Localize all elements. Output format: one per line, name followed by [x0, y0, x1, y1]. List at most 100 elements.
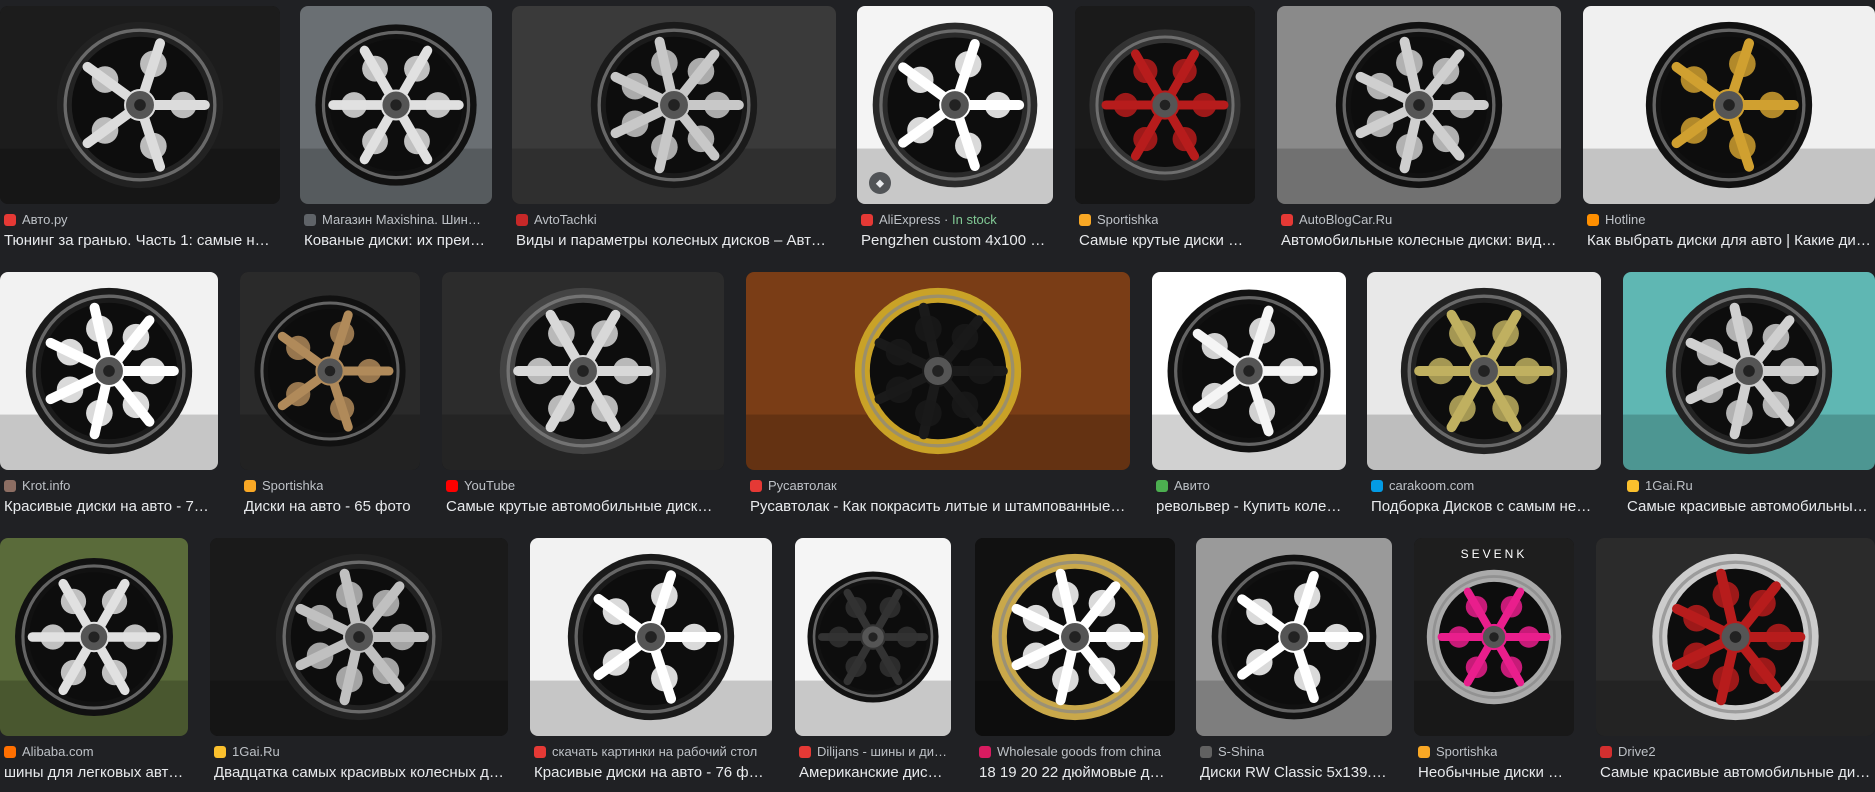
- image-result[interactable]: Sportishka Диски на авто - 65 фото: [240, 266, 420, 526]
- image-result[interactable]: Dilijans - шины и диски Американские диск…: [795, 532, 951, 792]
- result-title[interactable]: Как выбрать диски для авто | Какие диски…: [1587, 232, 1871, 249]
- result-thumbnail[interactable]: [1075, 6, 1255, 204]
- result-source[interactable]: Krot.info: [4, 478, 214, 493]
- result-thumbnail[interactable]: [1152, 272, 1346, 470]
- result-source[interactable]: S-Shina: [1200, 744, 1388, 759]
- result-source[interactable]: AutoBlogCar.Ru: [1281, 212, 1557, 227]
- result-source[interactable]: AliExpress · In stock: [861, 212, 1049, 227]
- result-title[interactable]: Необычные диски на авто: [1418, 764, 1570, 781]
- result-thumbnail[interactable]: [975, 538, 1175, 736]
- result-title[interactable]: Самые красивые автомобильные диски: [1600, 764, 1871, 781]
- result-title[interactable]: револьвер - Купить колесные диски на Ави…: [1156, 498, 1342, 515]
- result-thumbnail[interactable]: [1367, 272, 1601, 470]
- result-thumbnail[interactable]: [1277, 6, 1561, 204]
- result-thumbnail[interactable]: [1583, 6, 1875, 204]
- site-favicon-icon: [1371, 479, 1383, 492]
- image-result[interactable]: AutoBlogCar.Ru Автомобильные колесные дис…: [1277, 0, 1561, 260]
- image-result[interactable]: Hotline Как выбрать диски для авто | Каки…: [1583, 0, 1875, 260]
- image-result[interactable]: AvtoTachki Виды и параметры колесных диск…: [512, 0, 836, 260]
- result-thumbnail[interactable]: ⬥: [857, 6, 1053, 204]
- image-result[interactable]: carakoom.com Подборка Дисков с самым необ…: [1367, 266, 1601, 526]
- result-thumbnail[interactable]: [300, 6, 492, 204]
- result-thumbnail[interactable]: [0, 272, 218, 470]
- result-title[interactable]: Самые красивые автомобильные диски: [1627, 498, 1871, 515]
- result-source[interactable]: скачать картинки на рабочий стол: [534, 744, 768, 759]
- result-title[interactable]: Американские диски на авто: [799, 764, 947, 781]
- image-result[interactable]: S-Shina Диски RW Classic 5x139.7 в Москве: [1196, 532, 1392, 792]
- result-source[interactable]: Dilijans - шины и диски: [799, 744, 947, 759]
- source-name: AvtoTachki: [534, 212, 597, 227]
- wheel-image: [0, 272, 218, 470]
- result-source[interactable]: Авито: [1156, 478, 1342, 493]
- result-title[interactable]: Красивые диски на авто - 76 фото: [534, 764, 768, 781]
- result-title[interactable]: шины для легковых автомобилей с дисками …: [4, 764, 184, 781]
- result-title[interactable]: Автомобильные колесные диски: виды и хар…: [1281, 232, 1557, 249]
- image-result[interactable]: Alibaba.com шины для легковых автомобилей…: [0, 532, 188, 792]
- image-result[interactable]: 1Gai.Ru Самые красивые автомобильные диск…: [1623, 266, 1875, 526]
- source-name: Sportishka: [1097, 212, 1159, 227]
- result-source[interactable]: Sportishka: [244, 478, 416, 493]
- result-source[interactable]: Русавтолак: [750, 478, 1126, 493]
- result-source[interactable]: Wholesale goods from china: [979, 744, 1171, 759]
- image-result[interactable]: ⬥ AliExpress · In stock Pengzhen custom 4x…: [857, 0, 1053, 260]
- result-source[interactable]: YouTube: [446, 478, 720, 493]
- result-title[interactable]: Русавтолак - Как покрасить литые и штамп…: [750, 498, 1126, 515]
- image-result[interactable]: Авто.ру Тюнинг за гранью. Часть 1: самые …: [0, 0, 280, 260]
- result-thumbnail[interactable]: [512, 6, 836, 204]
- result-thumbnail[interactable]: [0, 6, 280, 204]
- image-result[interactable]: Русавтолак Русавтолак - Как покрасить лит…: [746, 266, 1130, 526]
- product-tag-icon: ⬥: [869, 172, 891, 194]
- image-result[interactable]: Wholesale goods from china 18 19 20 22 дю…: [975, 532, 1175, 792]
- result-source[interactable]: AvtoTachki: [516, 212, 832, 227]
- result-title[interactable]: Pengzhen custom 4x100 heart wheels: [861, 232, 1049, 249]
- image-result[interactable]: Авито револьвер - Купить колесные диски н…: [1152, 266, 1346, 526]
- image-result[interactable]: SEVENK Sportishka Необычные диски на авто: [1414, 532, 1574, 792]
- image-result[interactable]: 1Gai.Ru Двадцатка самых красивых колесных…: [210, 532, 508, 792]
- result-thumbnail[interactable]: [746, 272, 1130, 470]
- result-title[interactable]: 18 19 20 22 дюймовые диски с сердечками: [979, 764, 1171, 781]
- source-name: AliExpress: [879, 212, 941, 227]
- image-result[interactable]: Krot.info Красивые диски на авто - 70 фот…: [0, 266, 218, 526]
- result-source[interactable]: Hotline: [1587, 212, 1871, 227]
- image-result[interactable]: Drive2 Самые красивые автомобильные диски: [1596, 532, 1875, 792]
- result-title[interactable]: Диски на авто - 65 фото: [244, 498, 416, 515]
- result-title[interactable]: Виды и параметры колесных дисков – АвтоТ…: [516, 232, 832, 249]
- result-source[interactable]: Sportishka: [1418, 744, 1570, 759]
- result-thumbnail[interactable]: SEVENK: [1414, 538, 1574, 736]
- result-thumbnail[interactable]: [1596, 538, 1875, 736]
- result-thumbnail[interactable]: [0, 538, 188, 736]
- source-name: Sportishka: [1436, 744, 1498, 759]
- result-thumbnail[interactable]: [795, 538, 951, 736]
- site-favicon-icon: [1418, 745, 1430, 758]
- site-favicon-icon: [1627, 479, 1639, 492]
- result-title[interactable]: Самые крутые диски на авто: [1079, 232, 1251, 249]
- result-source[interactable]: carakoom.com: [1371, 478, 1597, 493]
- result-title[interactable]: Двадцатка самых красивых колесных дисков: [214, 764, 504, 781]
- result-thumbnail[interactable]: [442, 272, 724, 470]
- image-result[interactable]: YouTube Самые крутые автомобильные диски …: [442, 266, 724, 526]
- result-thumbnail[interactable]: [210, 538, 508, 736]
- image-result[interactable]: Магазин Maxishina. Шины и диски Кованые д…: [300, 0, 492, 260]
- result-title[interactable]: Диски RW Classic 5x139.7 в Москве: [1200, 764, 1388, 781]
- result-thumbnail[interactable]: [1623, 272, 1875, 470]
- result-title[interactable]: Кованые диски: их преимущества: [304, 232, 488, 249]
- result-title[interactable]: Тюнинг за гранью. Часть 1: самые необычн…: [4, 232, 276, 249]
- result-source[interactable]: Авто.ру: [4, 212, 276, 227]
- result-title[interactable]: Подборка Дисков с самым необычным дизайн…: [1371, 498, 1597, 515]
- result-title[interactable]: Красивые диски на авто - 70 фото: [4, 498, 214, 515]
- result-source[interactable]: Drive2: [1600, 744, 1871, 759]
- image-result[interactable]: скачать картинки на рабочий стол Красивые…: [530, 532, 772, 792]
- result-thumbnail[interactable]: [1196, 538, 1392, 736]
- result-title[interactable]: Самые крутые автомобильные диски в мире: [446, 498, 720, 515]
- result-source[interactable]: Alibaba.com: [4, 744, 184, 759]
- site-favicon-icon: [1587, 213, 1599, 226]
- result-source[interactable]: Магазин Maxishina. Шины и диски: [304, 212, 488, 227]
- site-favicon-icon: [4, 213, 16, 226]
- result-thumbnail[interactable]: [530, 538, 772, 736]
- result-thumbnail[interactable]: [240, 272, 420, 470]
- site-favicon-icon: [446, 479, 458, 492]
- result-source[interactable]: 1Gai.Ru: [1627, 478, 1871, 493]
- result-source[interactable]: 1Gai.Ru: [214, 744, 504, 759]
- image-result[interactable]: Sportishka Самые крутые диски на авто: [1075, 0, 1255, 260]
- result-source[interactable]: Sportishka: [1079, 212, 1251, 227]
